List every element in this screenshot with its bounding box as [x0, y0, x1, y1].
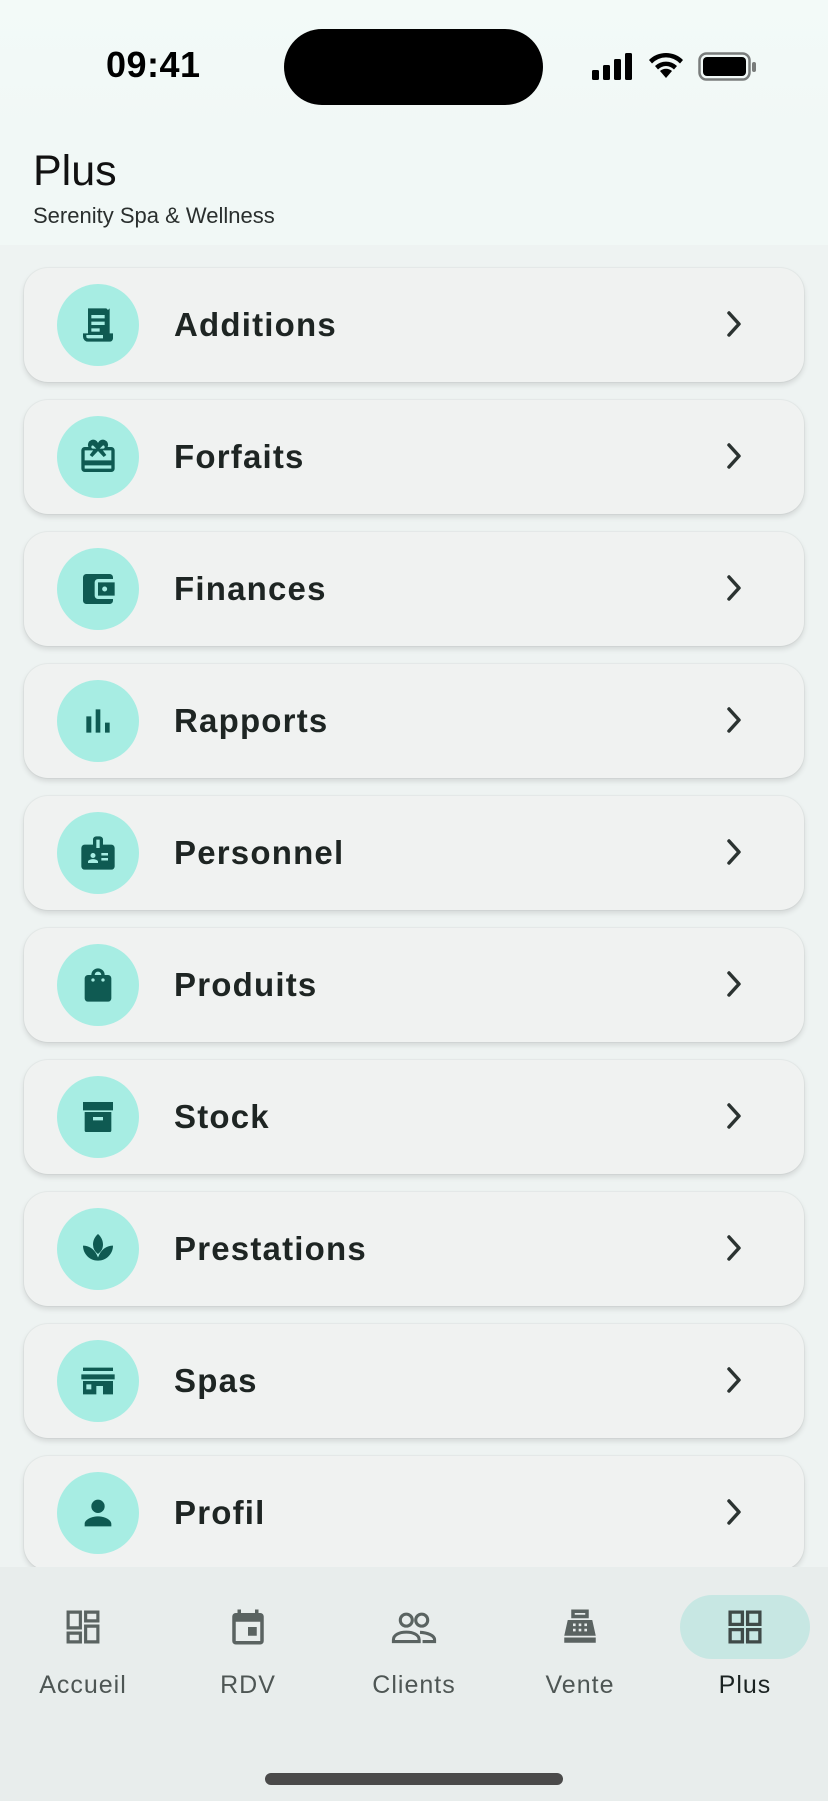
- menu-item-label: Spas: [174, 1362, 258, 1399]
- receipt-icon: [57, 284, 139, 366]
- chevron-right-icon: [727, 575, 741, 601]
- chevron-right-icon: [727, 311, 741, 337]
- calendar-icon: [183, 1595, 313, 1659]
- nav-item-clients[interactable]: Clients: [344, 1595, 484, 1705]
- menu-item-label: Additions: [174, 306, 337, 343]
- dynamic-island: [284, 29, 543, 105]
- nav-item-accueil[interactable]: Accueil: [13, 1595, 153, 1705]
- chevron-right-icon: [727, 839, 741, 865]
- menu-item-prestations[interactable]: Prestations: [24, 1192, 804, 1306]
- storefront-icon: [57, 1340, 139, 1422]
- menu-item-label: Rapports: [174, 702, 329, 739]
- bar-chart-icon: [57, 680, 139, 762]
- nav-label: Plus: [718, 1671, 772, 1699]
- menu-item-label: Profil: [174, 1494, 266, 1531]
- nav-label: RDV: [220, 1671, 276, 1699]
- menu-item-rapports[interactable]: Rapports: [24, 664, 804, 778]
- menu-item-label: Stock: [174, 1098, 270, 1135]
- grid-icon: [680, 1595, 810, 1659]
- menu-item-label: Forfaits: [174, 438, 305, 475]
- archive-icon: [57, 1076, 139, 1158]
- wifi-icon: [649, 52, 683, 78]
- menu-item-personnel[interactable]: Personnel: [24, 796, 804, 910]
- signal-icon: [592, 53, 632, 80]
- page-header: Plus Serenity Spa & Wellness: [0, 135, 828, 245]
- menu-item-additions[interactable]: Additions: [24, 268, 804, 382]
- menu-item-label: Produits: [174, 966, 318, 1003]
- badge-icon: [57, 812, 139, 894]
- chevron-right-icon: [727, 443, 741, 469]
- chevron-right-icon: [727, 1367, 741, 1393]
- cash-register-icon: [515, 1595, 645, 1659]
- menu-item-forfaits[interactable]: Forfaits: [24, 400, 804, 514]
- status-time: 09:41: [106, 44, 201, 85]
- nav-label: Vente: [545, 1671, 615, 1699]
- menu-item-label: Personnel: [174, 834, 345, 871]
- wallet-icon: [57, 548, 139, 630]
- chevron-right-icon: [727, 1235, 741, 1261]
- nav-label: Accueil: [39, 1671, 127, 1699]
- chevron-right-icon: [727, 1103, 741, 1129]
- home-indicator: [265, 1773, 563, 1785]
- chevron-right-icon: [727, 1499, 741, 1525]
- menu-item-label: Finances: [174, 570, 327, 607]
- page-title: Plus: [33, 147, 117, 195]
- nav-label: Clients: [372, 1671, 456, 1699]
- nav-item-plus[interactable]: Plus: [675, 1595, 815, 1705]
- bottom-nav: Accueil RDV Clients Vente Plus: [0, 1567, 828, 1801]
- menu-item-profil[interactable]: Profil: [24, 1456, 804, 1570]
- battery-icon: [698, 52, 756, 81]
- page-subtitle: Serenity Spa & Wellness: [33, 203, 275, 228]
- nav-item-rdv[interactable]: RDV: [178, 1595, 318, 1705]
- shopping-bag-icon: [57, 944, 139, 1026]
- menu-item-produits[interactable]: Produits: [24, 928, 804, 1042]
- chevron-right-icon: [727, 971, 741, 997]
- lotus-icon: [57, 1208, 139, 1290]
- menu-item-spas[interactable]: Spas: [24, 1324, 804, 1438]
- gift-card-icon: [57, 416, 139, 498]
- menu-item-label: Prestations: [174, 1230, 367, 1267]
- person-icon: [57, 1472, 139, 1554]
- dashboard-icon: [18, 1595, 148, 1659]
- chevron-right-icon: [727, 707, 741, 733]
- menu-item-finances[interactable]: Finances: [24, 532, 804, 646]
- people-icon: [349, 1595, 479, 1659]
- menu-item-stock[interactable]: Stock: [24, 1060, 804, 1174]
- nav-item-vente[interactable]: Vente: [510, 1595, 650, 1705]
- status-bar: 09:41: [0, 0, 828, 135]
